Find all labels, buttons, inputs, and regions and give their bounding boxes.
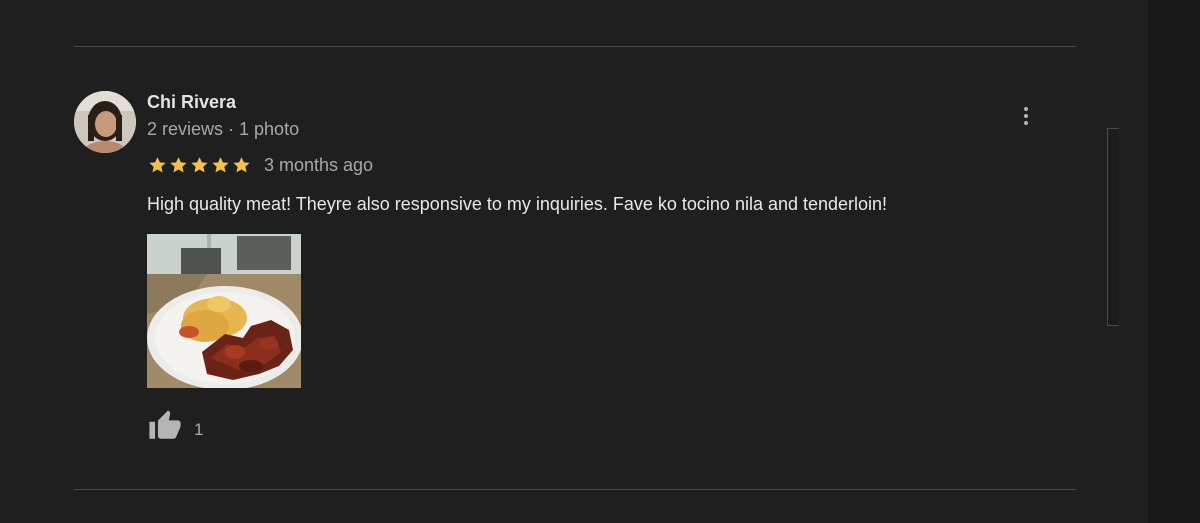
like-button[interactable] — [147, 409, 183, 443]
scrollbar[interactable] — [1107, 128, 1119, 326]
side-panel — [1148, 0, 1200, 523]
review-photo[interactable] — [147, 234, 301, 388]
more-vert-icon-dot — [1024, 114, 1028, 118]
like-count: 1 — [194, 420, 204, 439]
thumb-up-icon — [149, 410, 181, 439]
divider-top — [74, 46, 1076, 47]
star-icon — [149, 157, 166, 173]
star-rating — [147, 155, 252, 175]
more-vert-icon — [1024, 107, 1028, 111]
star-icon — [191, 157, 208, 173]
star-icon — [212, 157, 229, 173]
star-icon — [170, 157, 187, 173]
review-date: 3 months ago — [264, 154, 374, 175]
avatar[interactable] — [74, 91, 136, 153]
divider-bottom — [74, 489, 1076, 490]
reviewer-meta: 2 reviews · 1 photo — [147, 119, 300, 139]
review-page: Chi Rivera 2 reviews · 1 photo 3 months … — [0, 0, 1200, 523]
more-options-button[interactable] — [1012, 101, 1040, 131]
star-icon — [233, 157, 250, 173]
review-text: High quality meat! Theyre also responsiv… — [147, 194, 888, 214]
more-vert-icon-dot — [1024, 121, 1028, 125]
rating-row: 3 months ago — [147, 153, 373, 177]
reviewer-name[interactable]: Chi Rivera — [147, 92, 236, 113]
